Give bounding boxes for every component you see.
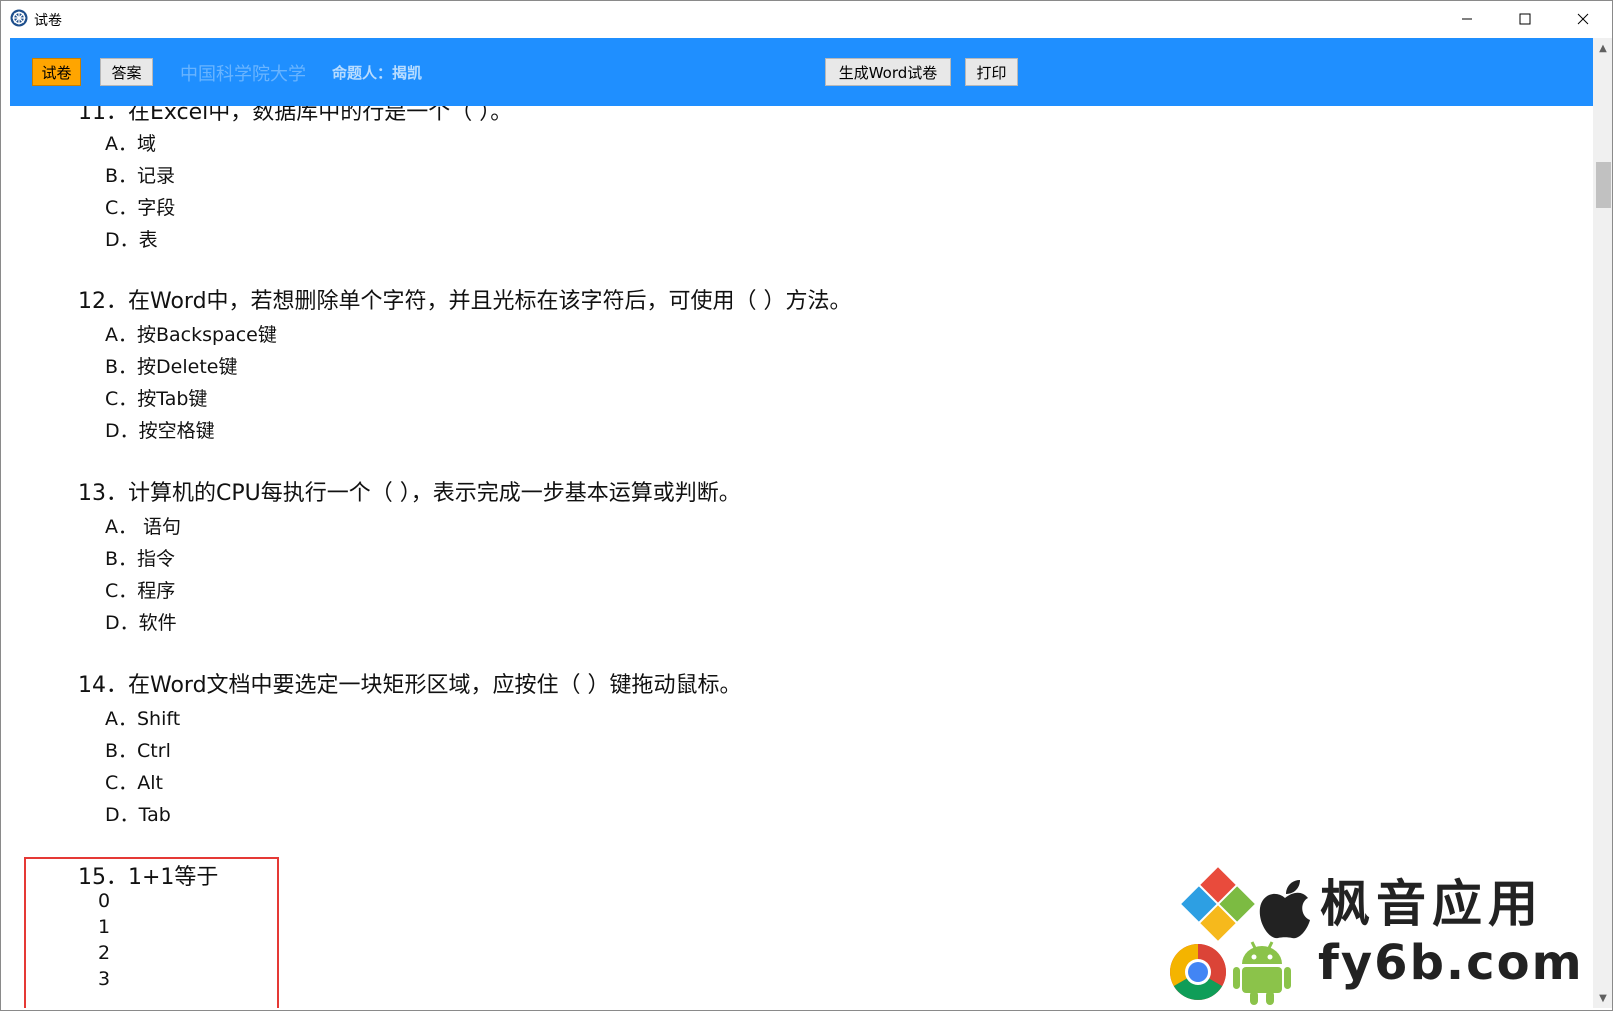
apple-logo-icon bbox=[1259, 880, 1310, 939]
scrollbar-thumb[interactable] bbox=[1596, 162, 1611, 208]
school-name: 中国科学院大学 bbox=[180, 64, 306, 85]
print-button[interactable]: 打印 bbox=[965, 58, 1018, 86]
q13-option-d: D．软件 bbox=[105, 612, 177, 634]
watermark-domain: fy6b.com bbox=[1318, 935, 1584, 991]
question-14: 14．在Word文档中要选定一块矩形区域，应按住（ ）键拖动鼠标。 bbox=[78, 673, 742, 698]
q13-option-b: B．指令 bbox=[105, 548, 176, 570]
q14-option-b: B．Ctrl bbox=[105, 740, 171, 762]
title-bar: 试卷 bbox=[0, 0, 1613, 38]
q13-option-c: C．程序 bbox=[105, 580, 176, 602]
generate-word-button[interactable]: 生成Word试卷 bbox=[825, 58, 951, 86]
watermark-brand: 枫音应用 bbox=[1320, 875, 1544, 933]
q13-option-a: A． 语句 bbox=[105, 516, 182, 538]
android-logo-icon bbox=[1233, 941, 1291, 1005]
minimize-button[interactable] bbox=[1438, 0, 1496, 38]
chrome-logo-icon bbox=[1170, 944, 1226, 1000]
scroll-down-icon[interactable]: ▼ bbox=[1593, 988, 1613, 1008]
q11-option-d: D．表 bbox=[105, 229, 158, 251]
question-setter: 命题人：揭凯 bbox=[332, 64, 423, 82]
maximize-icon bbox=[1519, 13, 1531, 25]
q11-option-a: A．域 bbox=[105, 133, 156, 155]
close-button[interactable] bbox=[1554, 0, 1612, 38]
q12-option-d: D．按空格键 bbox=[105, 420, 215, 442]
windows-logo-icon bbox=[1181, 867, 1255, 941]
paper-button[interactable]: 试卷 bbox=[32, 58, 81, 86]
answer-button[interactable]: 答案 bbox=[100, 58, 153, 86]
q14-option-d: D．Tab bbox=[105, 804, 171, 826]
toolbar: 试卷 答案 中国科学院大学 命题人：揭凯 生成Word试卷 打印 bbox=[10, 38, 1593, 106]
q11-option-c: C．字段 bbox=[105, 197, 176, 219]
maximize-button[interactable] bbox=[1496, 0, 1554, 38]
close-icon bbox=[1577, 13, 1589, 25]
q12-option-a: A．按Backspace键 bbox=[105, 324, 277, 346]
q12-option-b: B．按Delete键 bbox=[105, 356, 238, 378]
minimize-icon bbox=[1462, 18, 1472, 20]
app-icon bbox=[10, 9, 28, 27]
question-13: 13．计算机的CPU每执行一个（ ），表示完成一步基本运算或判断。 bbox=[78, 481, 741, 506]
question-15-highlight-box bbox=[24, 857, 279, 1008]
window-title: 试卷 bbox=[34, 13, 62, 29]
scroll-up-icon[interactable]: ▲ bbox=[1593, 38, 1613, 58]
watermark: 枫音应用 fy6b.com bbox=[1168, 858, 1588, 1008]
vertical-scrollbar[interactable]: ▲ ▼ bbox=[1593, 38, 1613, 1008]
q12-option-c: C．按Tab键 bbox=[105, 388, 208, 410]
q11-option-b: B．记录 bbox=[105, 165, 176, 187]
question-12: 12．在Word中，若想删除单个字符，并且光标在该字符后，可使用（ ）方法。 bbox=[78, 289, 852, 314]
q14-option-c: C．Alt bbox=[105, 772, 163, 794]
q14-option-a: A．Shift bbox=[105, 708, 181, 730]
